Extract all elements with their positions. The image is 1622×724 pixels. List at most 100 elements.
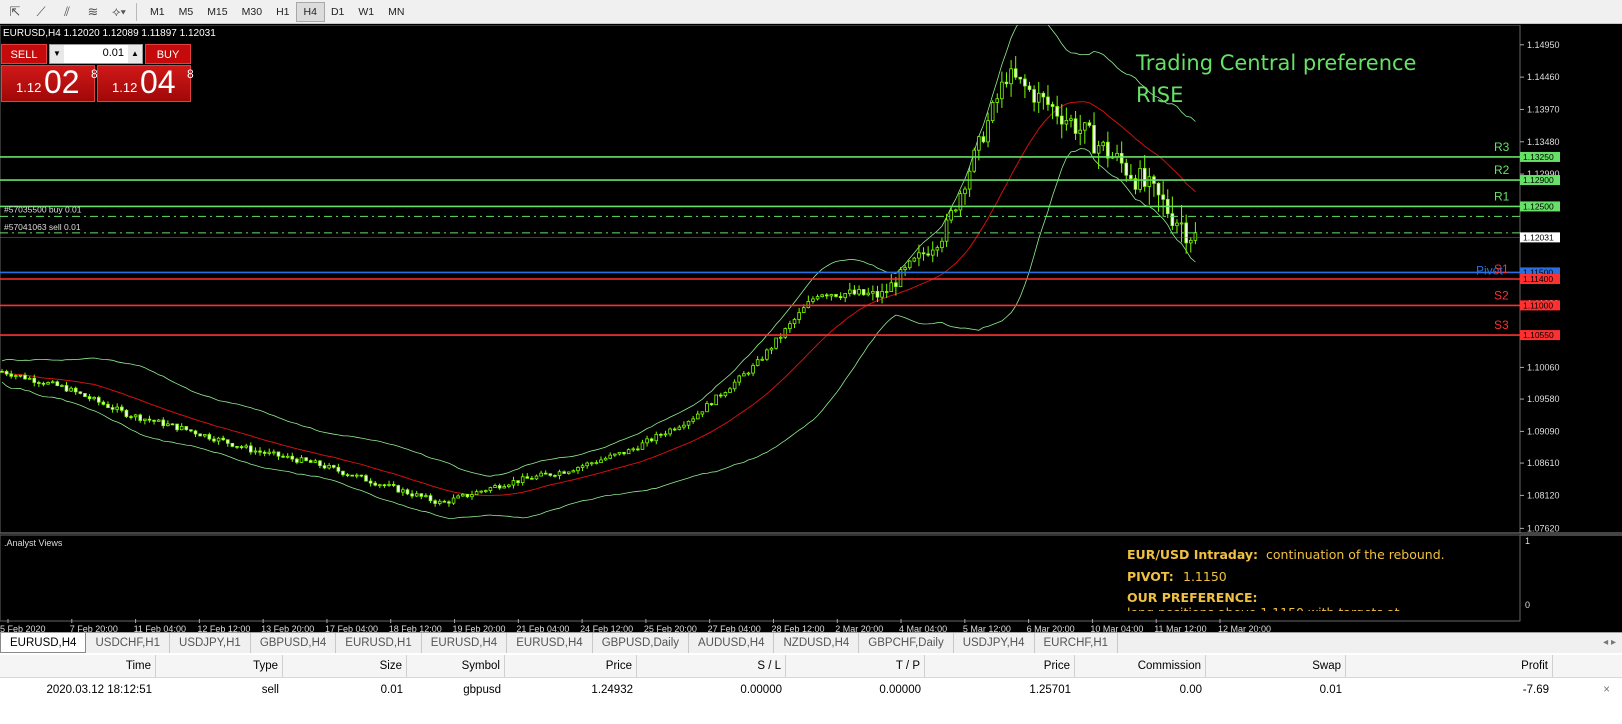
column-header-type[interactable]: Type [160,655,283,677]
tab-nzdusd-h4[interactable]: NZDUSD,H4 [774,633,860,653]
candle [350,474,354,477]
candle-body [161,419,166,427]
tab-eurchf-h1[interactable]: EURCHF,H1 [1035,633,1119,653]
tab-eurusd-h4[interactable]: EURUSD,H4 [0,633,87,653]
candle-body [27,377,32,380]
candle [331,464,336,469]
tab-audusd-h4[interactable]: AUDUSD,H4 [689,633,775,653]
candle [672,427,677,432]
candle-body [272,451,276,454]
candle [645,435,649,447]
candle-body [709,403,714,406]
candle-body [940,240,944,249]
candle-body [322,465,327,469]
timeframe-d1-button[interactable]: D1 [324,3,351,21]
candle-body [267,451,272,454]
column-header-s-l[interactable]: S / L [641,655,786,677]
candle-body [133,414,138,418]
candle [258,447,262,456]
timeframe-w1-button[interactable]: W1 [351,3,381,21]
candle-body [50,381,55,384]
candle [848,282,852,297]
column-header-swap[interactable]: Swap [1210,655,1346,677]
candle [387,480,391,487]
y-tick-label: 1.07620 [1527,523,1560,533]
candle-body [198,433,202,437]
tab-gbpusd-h4[interactable]: GBPUSD,H4 [251,633,337,653]
timeframe-h4-button[interactable]: H4 [295,1,325,22]
candle [4,369,9,377]
tab-usdjpy-h4[interactable]: USDJPY,H4 [954,633,1035,653]
timeframe-m5-button[interactable]: M5 [172,3,201,21]
candle [990,100,995,124]
level-label-r3: R3 [1494,140,1510,154]
table-cell: 0.00000 [879,684,921,696]
candle [534,474,539,481]
buy-button[interactable]: BUY [145,44,191,64]
candle [580,463,585,472]
candle [50,380,55,384]
sell-button[interactable]: SELL [1,44,47,64]
tab-eurusd-h4[interactable]: EURUSD,H4 [422,633,508,653]
tab-gbpchf-daily[interactable]: GBPCHF,Daily [859,633,954,653]
candle-body [235,446,239,448]
channel-tool-icon[interactable]: ⫽ [56,3,78,21]
lot-size-field[interactable]: ▼ 0.01 ▲ [49,44,143,64]
column-header-commission[interactable]: Commission [1079,655,1206,677]
candle-body [543,472,548,475]
candle [345,473,350,478]
tab-scroll-arrows[interactable]: ◂ ▸ [1603,633,1616,653]
level-label-r1: R1 [1494,189,1510,203]
cursor-icon[interactable]: ⇱ [4,3,26,21]
candle [843,292,847,303]
tab-eurusd-h4[interactable]: EURUSD,H4 [507,633,593,653]
lot-decrease-icon[interactable]: ▼ [50,45,64,63]
fibonacci-tool-icon[interactable]: ≋ [82,3,104,21]
candle [221,435,225,441]
sell-price[interactable]: 1.12 02 8 [1,64,98,102]
table-row[interactable]: × 2020.03.12 18:12:51 sell 0.01 gbpusd 1.249… [0,679,1622,701]
candle [1156,182,1161,212]
x-tick-label: 21 Feb 04:00 [516,624,569,632]
candle-body [290,455,295,460]
candle [1023,74,1027,99]
timeframe-h1-button[interactable]: H1 [269,3,296,21]
column-header-price[interactable]: Price [929,655,1075,677]
candle [709,402,714,406]
candle-body [769,347,774,351]
candle [1189,237,1193,253]
close-order-icon[interactable]: × [1603,679,1610,701]
column-header-price[interactable]: Price [509,655,637,677]
timeframe-mn-button[interactable]: MN [381,3,411,21]
tab-gbpusd-daily[interactable]: GBPUSD,Daily [593,633,690,653]
candle-body [686,420,691,426]
shapes-tool-icon[interactable]: ⟡▾ [108,3,130,21]
candle [1110,151,1115,159]
candle [815,294,820,301]
column-header-symbol[interactable]: Symbol [385,655,505,677]
candle-body [327,465,331,469]
candle-body [55,381,60,387]
column-header-profit[interactable]: Profit [1350,655,1553,677]
tab-usdchf-h1[interactable]: USDCHF,H1 [86,633,171,653]
column-header-time[interactable]: Time [0,655,156,677]
timeframe-m15-button[interactable]: M15 [200,3,234,21]
timeframe-m1-button[interactable]: M1 [143,3,172,21]
candle [143,418,147,425]
candle [1161,181,1165,218]
tab-eurusd-h1[interactable]: EURUSD,H1 [336,633,422,653]
column-header-t-p[interactable]: T / P [790,655,925,677]
timeframe-m30-button[interactable]: M30 [235,3,269,21]
candle-body [645,438,649,444]
buy-price[interactable]: 1.12 04 8 [97,64,194,102]
candle [903,265,907,276]
price-chart[interactable]: 1.149501.144601.139701.134801.129901.125… [0,25,1622,632]
candle-body [308,460,313,463]
lot-increase-icon[interactable]: ▲ [128,45,142,63]
tab-usdjpy-h1[interactable]: USDJPY,H1 [170,633,251,653]
candle-body [608,454,612,459]
candle-body [576,467,580,472]
candle [613,453,617,457]
trendline-tool-icon[interactable]: ⟋ [30,3,52,21]
candle [1152,174,1156,197]
